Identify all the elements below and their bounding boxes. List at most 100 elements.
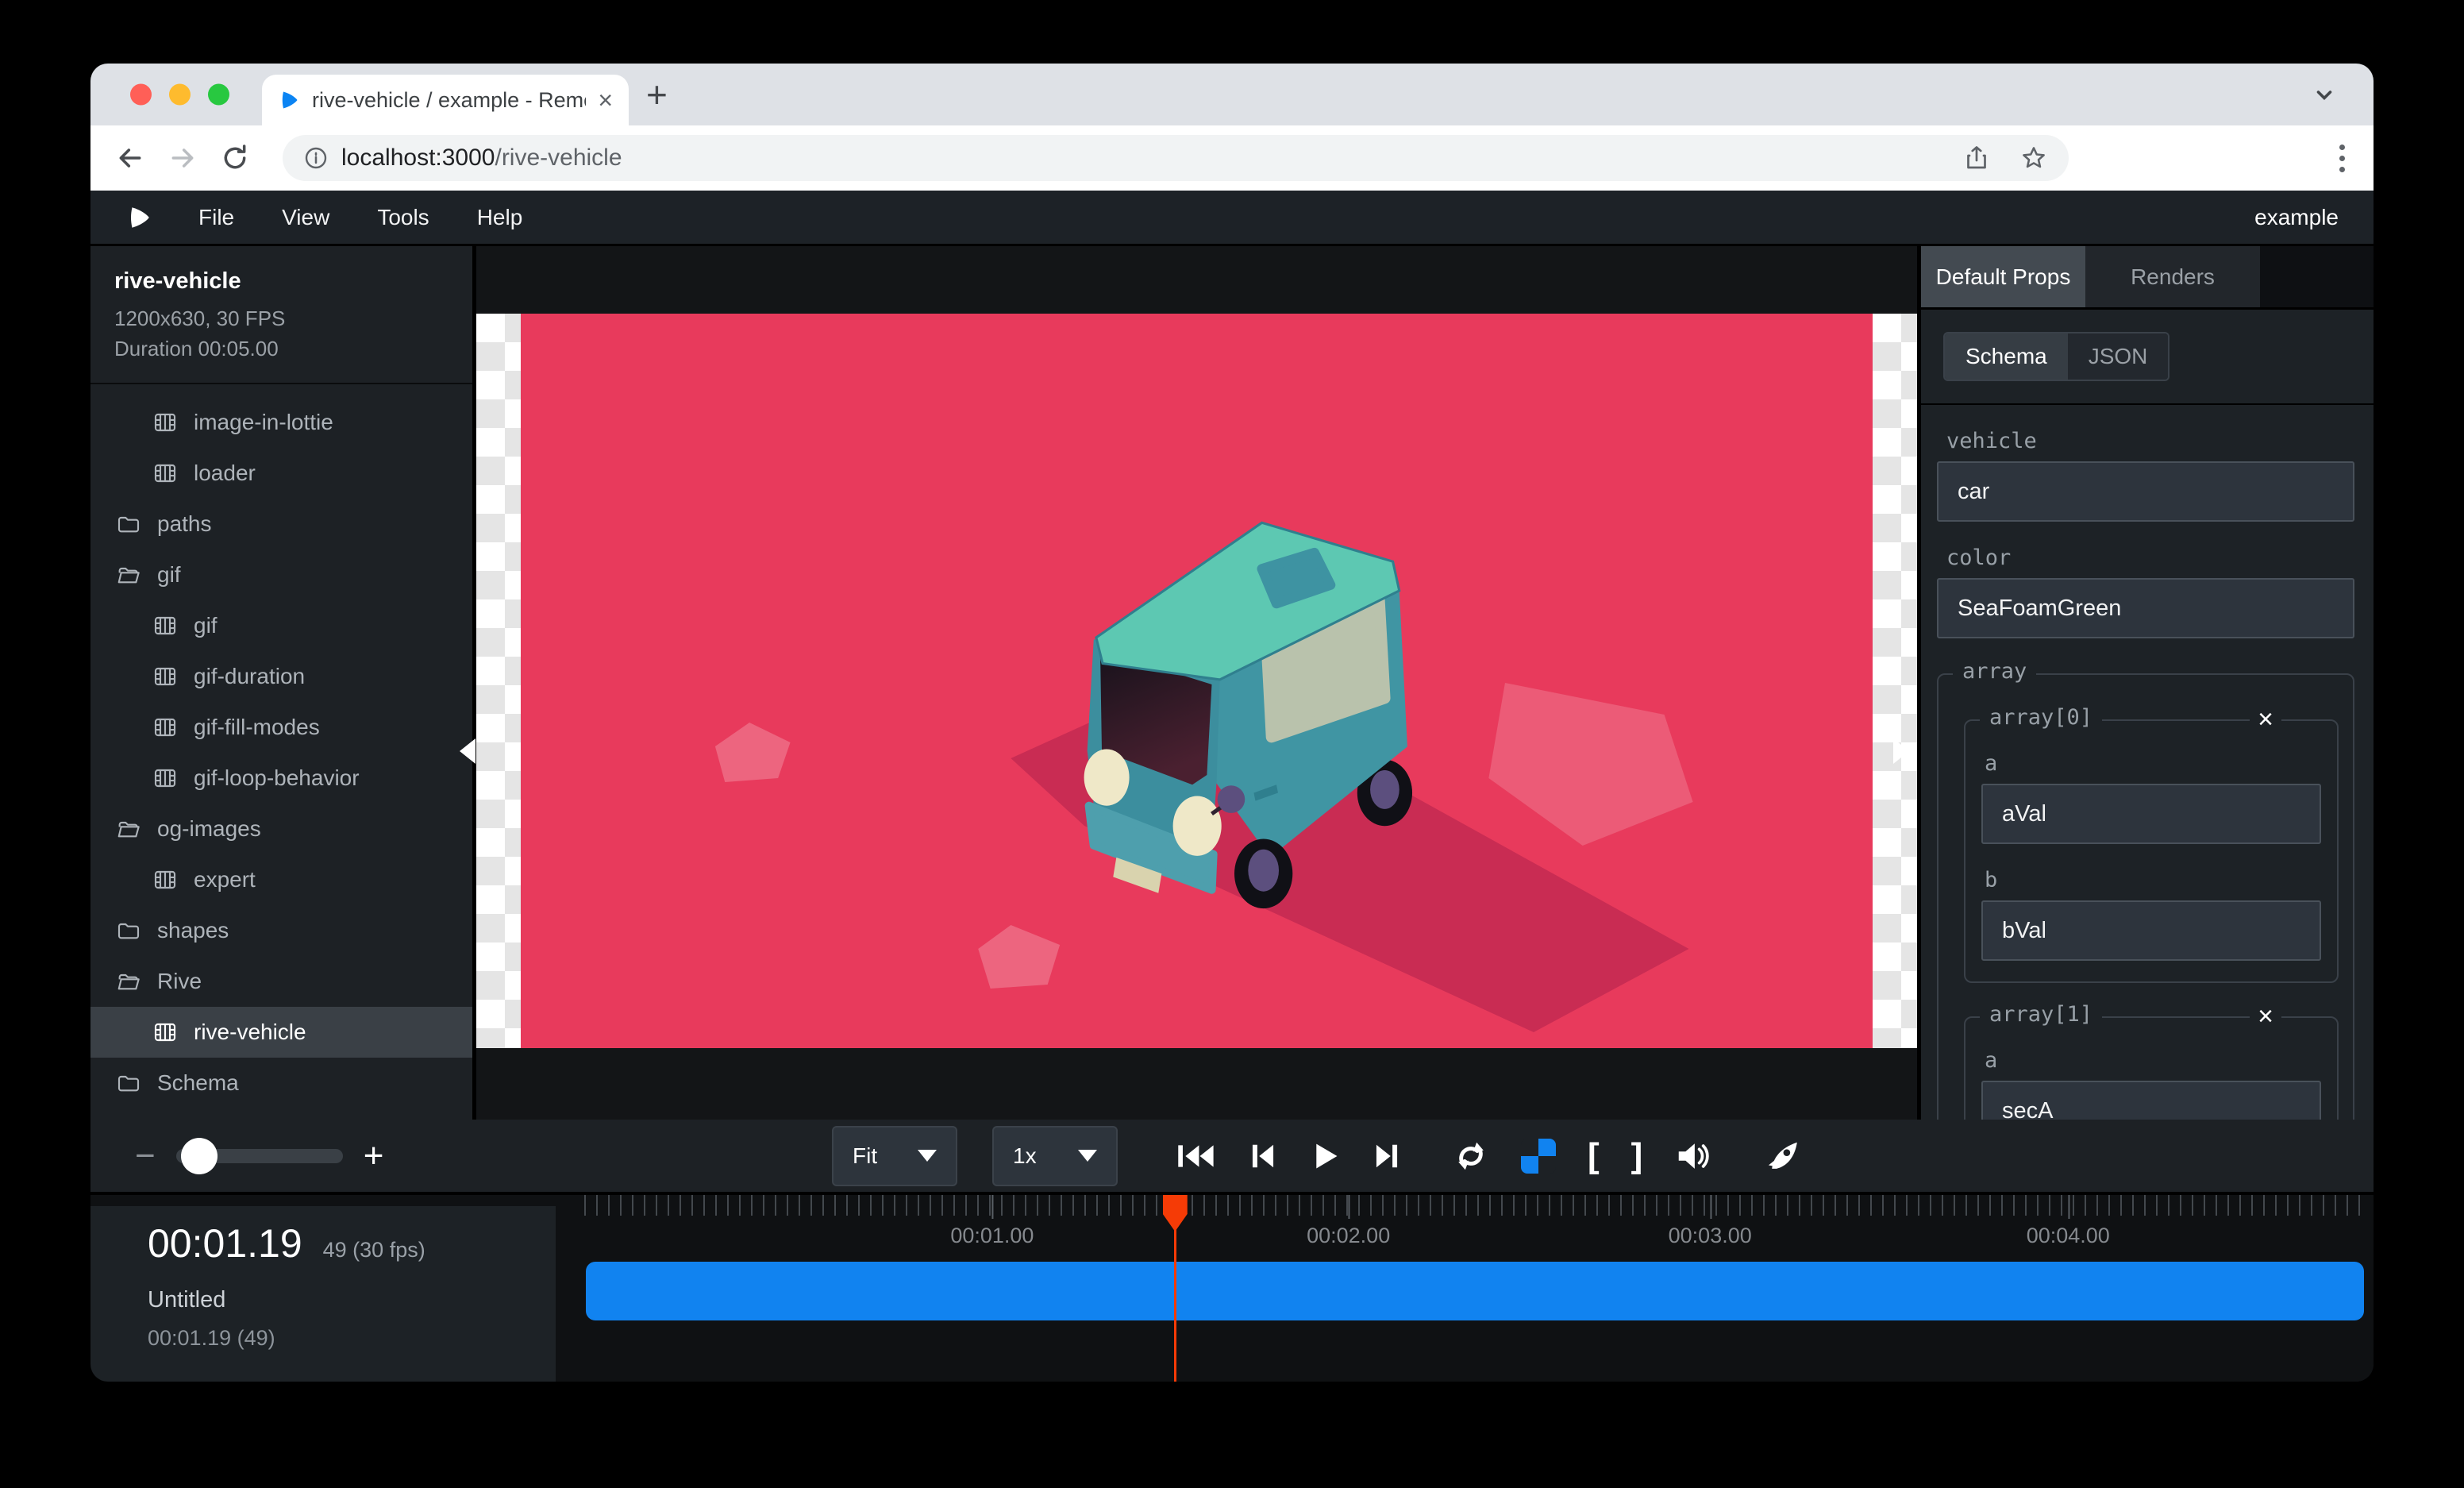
volume-icon[interactable] — [1674, 1138, 1711, 1174]
in-point-icon[interactable]: [ — [1588, 1139, 1600, 1174]
timeline-ruler[interactable] — [584, 1195, 2366, 1216]
remotion-favicon — [278, 89, 300, 111]
ruler-label: 00:02.00 — [1307, 1224, 1390, 1248]
array-0-a-input[interactable]: aVal — [1981, 784, 2321, 844]
track-name: Untitled — [148, 1287, 556, 1313]
zoom-in-button[interactable]: + — [364, 1139, 384, 1174]
sidebar-item-expert[interactable]: expert — [90, 854, 472, 905]
menu-help[interactable]: Help — [477, 205, 523, 230]
maximize-window-button[interactable] — [208, 84, 229, 106]
new-tab-button[interactable]: + — [646, 76, 668, 113]
tab-close-icon[interactable]: × — [598, 87, 613, 113]
transparency-checker-right — [1873, 314, 1917, 1048]
fit-dropdown[interactable]: Fit — [832, 1126, 957, 1186]
toggle-schema-button[interactable]: Schema — [1945, 333, 2068, 380]
sidebar-item-shapes[interactable]: shapes — [90, 905, 472, 956]
site-info-icon[interactable] — [303, 145, 329, 171]
remove-array-item-button[interactable]: × — [2250, 704, 2281, 736]
current-frame-display: 49 (30 fps) — [323, 1238, 425, 1262]
menu-view[interactable]: View — [282, 205, 329, 230]
timeline-track-area[interactable]: 00:01.00 00:02.00 00:03.00 00:04.00 — [584, 1195, 2366, 1382]
studio-menu-bar: File View Tools Help example — [90, 191, 2374, 246]
composition-canvas — [476, 314, 1917, 1048]
browser-menu-icon[interactable] — [2339, 145, 2345, 172]
toggle-json-button[interactable]: JSON — [2068, 333, 2169, 380]
zoom-out-button[interactable]: − — [135, 1139, 156, 1174]
remove-array-item-button[interactable]: × — [2250, 1000, 2281, 1033]
film-icon — [152, 410, 178, 435]
sidebar-item-rive-folder[interactable]: Rive — [90, 956, 472, 1007]
forward-icon[interactable] — [167, 142, 198, 174]
play-icon[interactable] — [1310, 1141, 1340, 1171]
folder-open-icon — [116, 816, 141, 842]
array-item-1: array[1] × a secA b — [1964, 1016, 2339, 1120]
zoom-slider-thumb[interactable] — [181, 1138, 218, 1174]
playhead-marker-icon[interactable] — [1163, 1195, 1188, 1232]
tab-default-props[interactable]: Default Props — [1921, 246, 2085, 307]
color-input[interactable]: SeaFoamGreen — [1937, 578, 2354, 638]
right-panel-collapse-handle[interactable] — [1893, 738, 1909, 764]
rocket-icon[interactable] — [1766, 1138, 1803, 1174]
sidebar-item-gif-folder[interactable]: gif — [90, 549, 472, 600]
vehicle-input[interactable]: car — [1937, 461, 2354, 522]
ruler-label: 00:04.00 — [2027, 1224, 2110, 1248]
sidebar-item-paths[interactable]: paths — [90, 499, 472, 549]
bookmark-star-icon[interactable] — [2019, 144, 2048, 172]
tab-renders[interactable]: Renders — [2085, 246, 2260, 307]
loop-icon[interactable] — [1453, 1138, 1489, 1174]
b-field-label: b — [1985, 868, 2321, 892]
chevron-down-icon[interactable] — [2310, 80, 2339, 109]
sidebar-item-image-in-lottie[interactable]: image-in-lottie — [90, 397, 472, 448]
current-time-display: 00:01.19 — [148, 1220, 302, 1266]
close-window-button[interactable] — [130, 84, 152, 106]
transparency-toggle-icon[interactable] — [1521, 1139, 1556, 1174]
timeline-panel: 00:01.19 49 (30 fps) Untitled 00:01.19 (… — [90, 1195, 2374, 1382]
sidebar-item-gif-duration[interactable]: gif-duration — [90, 651, 472, 702]
minimize-window-button[interactable] — [169, 84, 191, 106]
browser-tab[interactable]: rive-vehicle / example - Remoti × — [262, 75, 629, 125]
playback-speed-dropdown[interactable]: 1x — [992, 1126, 1118, 1186]
playback-controls-bar: − + Fit 1x — [90, 1120, 2374, 1195]
menu-tools[interactable]: Tools — [377, 205, 429, 230]
browser-tab-strip: rive-vehicle / example - Remoti × + — [90, 64, 2374, 125]
van-illustration — [1014, 508, 1501, 949]
jump-to-start-icon[interactable] — [1176, 1141, 1216, 1171]
menu-file[interactable]: File — [198, 205, 234, 230]
sidebar-item-gif-fill-modes[interactable]: gif-fill-modes — [90, 702, 472, 753]
zoom-slider[interactable] — [176, 1149, 343, 1163]
sidebar-item-gif[interactable]: gif — [90, 600, 472, 651]
default-props-body: Schema JSON vehicle car color SeaFoamGre… — [1921, 310, 2374, 1120]
reload-icon[interactable] — [219, 142, 251, 174]
color-field-label: color — [1946, 545, 2354, 570]
project-name-label: example — [2254, 205, 2339, 230]
array-1-a-input[interactable]: secA — [1981, 1081, 2321, 1120]
url-host: localhost:3000 — [341, 145, 495, 172]
sidebar-item-og-images[interactable]: og-images — [90, 804, 472, 854]
props-panel: Default Props Renders Schema JSON vehicl… — [1921, 246, 2374, 1120]
browser-address-bar: localhost:3000/rive-vehicle — [90, 125, 2374, 191]
vehicle-field-label: vehicle — [1946, 429, 2354, 453]
timeline-track-bar[interactable] — [586, 1262, 2364, 1320]
next-frame-icon[interactable] — [1372, 1141, 1402, 1171]
share-icon[interactable] — [1962, 144, 1991, 172]
sidebar-item-rive-vehicle[interactable]: rive-vehicle — [90, 1007, 472, 1058]
url-bar[interactable]: localhost:3000/rive-vehicle — [283, 135, 2069, 181]
film-icon — [152, 1020, 178, 1045]
film-icon — [152, 613, 178, 638]
sidebar-item-schema[interactable]: Schema — [90, 1058, 472, 1108]
sidebar-item-loader[interactable]: loader — [90, 448, 472, 499]
remotion-logo-icon[interactable] — [125, 204, 152, 231]
sidebar-item-gif-loop-behavior[interactable]: gif-loop-behavior — [90, 753, 472, 804]
array-0-b-input[interactable]: bVal — [1981, 900, 2321, 961]
browser-window: rive-vehicle / example - Remoti × + loca… — [90, 64, 2374, 1382]
out-point-icon[interactable]: ] — [1631, 1139, 1643, 1174]
canvas-zoom-control: − + — [135, 1139, 383, 1174]
playhead[interactable] — [1174, 1195, 1176, 1382]
schema-json-toggle: Schema JSON — [1943, 332, 2169, 381]
film-icon — [152, 664, 178, 689]
previous-frame-icon[interactable] — [1248, 1141, 1278, 1171]
traffic-lights — [130, 84, 229, 106]
sidebar-collapse-handle[interactable] — [460, 738, 475, 764]
folder-icon — [116, 918, 141, 943]
back-icon[interactable] — [114, 142, 146, 174]
